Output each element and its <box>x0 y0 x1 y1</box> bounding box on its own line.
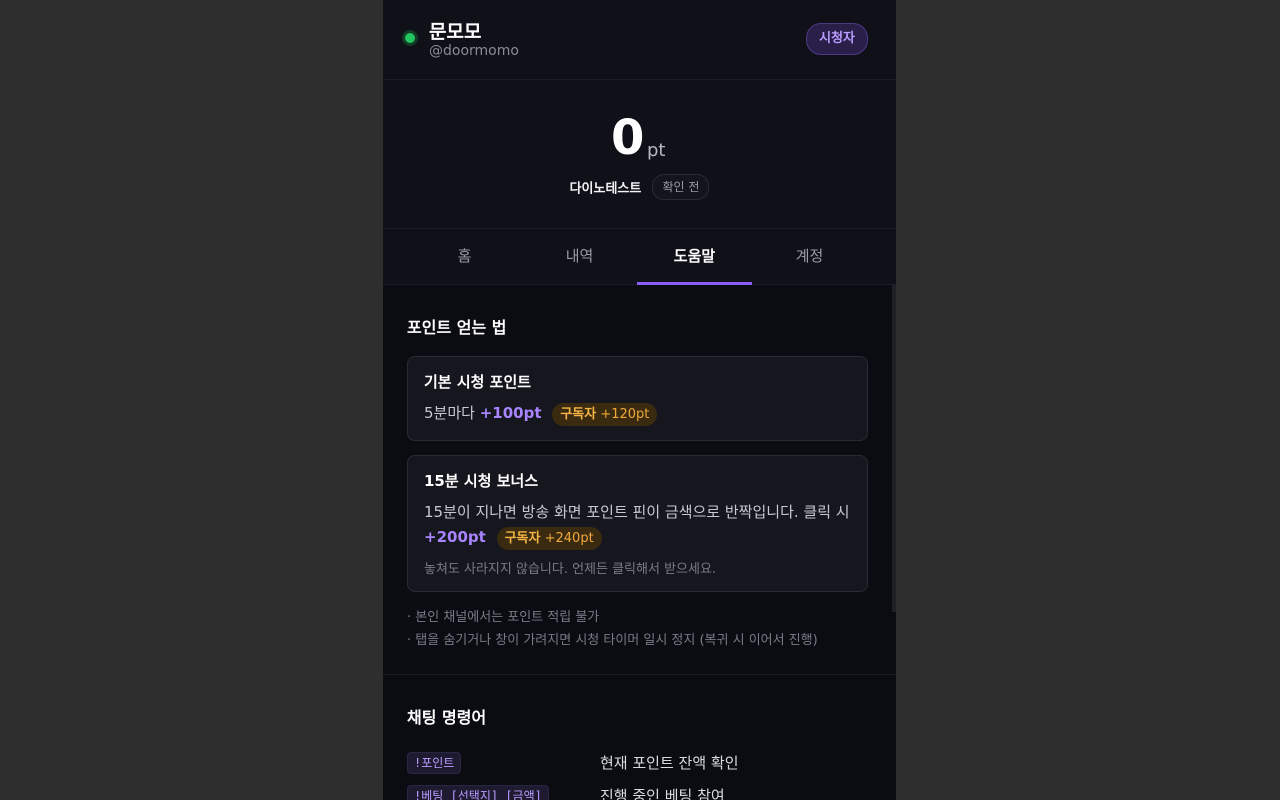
tab-history[interactable]: 내역 <box>522 229 637 284</box>
command-desc: 현재 포인트 잔액 확인 <box>600 754 739 772</box>
profile-header: 문모모 @doormomo 시청자 <box>383 0 896 80</box>
basic-watch-card: 기본 시청 포인트 5분마다 +100pt 구독자 +120pt <box>407 356 868 441</box>
online-status-icon <box>405 33 415 43</box>
extension-panel: 문모모 @doormomo 시청자 0 pt 다이노테스트 확인 전 홈 내역 … <box>383 0 896 800</box>
card-desc: 15분이 지나면 방송 화면 포인트 핀이 금색으로 반짝입니다. 클릭 시 +… <box>424 500 851 550</box>
channel-row: 다이노테스트 확인 전 <box>383 174 896 200</box>
subscriber-badge: 구독자 +240pt <box>496 527 602 550</box>
chat-commands: 채팅 명령어 !포인트 현재 포인트 잔액 확인 !베팅 [선택지] [금액] … <box>383 704 896 800</box>
command-row: !포인트 현재 포인트 잔액 확인 <box>407 746 868 779</box>
subscriber-points: +120pt <box>600 407 650 422</box>
card-title: 기본 시청 포인트 <box>424 373 532 391</box>
note-item: · 탭을 숨기거나 창이 가려지면 시청 타이머 일시 정지 (복귀 시 이어서… <box>407 633 818 648</box>
help-content: 포인트 얻는 법 기본 시청 포인트 5분마다 +100pt 구독자 +120p… <box>383 314 896 652</box>
notes-list: · 본인 채널에서는 포인트 적립 불가 · 탭을 숨기거나 창이 가려지면 시… <box>407 606 868 652</box>
channel-name: 다이노테스트 <box>569 181 642 197</box>
note-item: · 본인 채널에서는 포인트 적립 불가 <box>407 610 600 625</box>
card-desc-text: 5분마다 <box>424 404 475 422</box>
card-note: 놓쳐도 사라지지 않습니다. 언제든 클릭해서 받으세요. <box>424 562 717 577</box>
points-reward: +200pt <box>424 528 486 546</box>
subscriber-label: 구독자 <box>504 531 541 546</box>
divider <box>383 674 896 675</box>
subscriber-points: +240pt <box>544 531 594 546</box>
earn-points-title: 포인트 얻는 법 <box>407 318 507 337</box>
points-summary: 0 pt 다이노테스트 확인 전 <box>383 80 896 229</box>
tab-bar: 홈 내역 도움말 계정 <box>383 229 896 285</box>
subscriber-label: 구독자 <box>560 407 597 422</box>
command-code: !포인트 <box>407 751 462 774</box>
bonus-watch-card: 15분 시청 보너스 15분이 지나면 방송 화면 포인트 핀이 금색으로 반짝… <box>407 455 868 592</box>
channel-status-badge: 확인 전 <box>652 174 710 200</box>
tab-account[interactable]: 계정 <box>752 229 867 284</box>
card-title: 15분 시청 보너스 <box>424 472 539 490</box>
points-reward: +100pt <box>479 404 542 422</box>
subscriber-badge: 구독자 +120pt <box>552 403 658 426</box>
points-unit: pt <box>647 140 666 161</box>
card-desc-text: 15분이 지나면 방송 화면 포인트 핀이 금색으로 반짝입니다. 클릭 시 <box>424 503 850 521</box>
points-value: 0 <box>611 110 645 166</box>
command-code: !베팅 [선택지] [금액] <box>407 784 549 800</box>
command-row: !베팅 [선택지] [금액] 진행 중인 베팅 참여 <box>407 779 868 800</box>
tab-home[interactable]: 홈 <box>407 229 522 284</box>
card-desc: 5분마다 +100pt 구독자 +120pt <box>424 401 851 426</box>
commands-title: 채팅 명령어 <box>407 708 487 727</box>
command-desc: 진행 중인 베팅 참여 <box>600 787 725 800</box>
user-handle: @doormomo <box>429 43 519 59</box>
tab-help[interactable]: 도움말 <box>637 229 752 285</box>
role-badge: 시청자 <box>806 23 868 55</box>
user-name: 문모모 <box>429 21 482 43</box>
